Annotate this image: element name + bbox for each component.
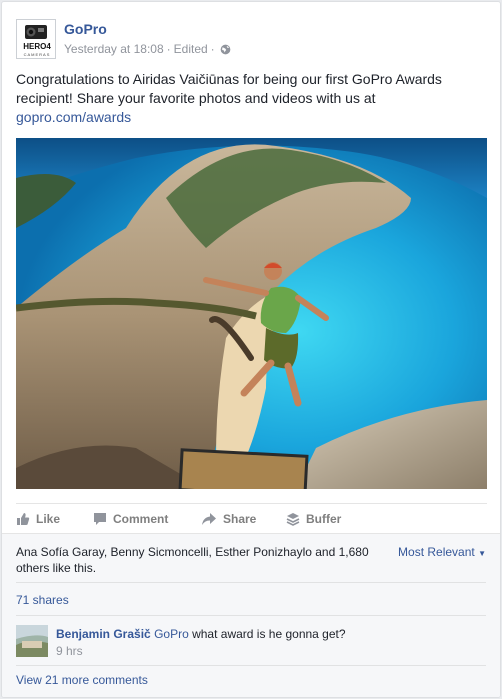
post-meta: Yesterday at 18:08 · Edited · bbox=[64, 42, 231, 58]
divider bbox=[16, 615, 486, 616]
buffer-stack-icon bbox=[286, 513, 300, 526]
post-header: HERO4 CAMERAS GoPro Yesterday at 18:08 · E… bbox=[16, 19, 486, 61]
caret-down-icon: ▼ bbox=[478, 549, 486, 558]
comment-author-link[interactable]: Benjamin Grašič bbox=[56, 627, 151, 641]
divider bbox=[16, 582, 486, 583]
like-button[interactable]: Like bbox=[16, 512, 60, 526]
comment-text: what award is he gonna get? bbox=[192, 627, 346, 641]
post-timestamp[interactable]: Yesterday at 18:08 bbox=[64, 42, 164, 56]
post-actions: Like Comment Share Buffer bbox=[16, 503, 487, 533]
buffer-label: Buffer bbox=[306, 512, 342, 526]
meta-separator: · bbox=[166, 42, 171, 56]
avatar-cameras-text: CAMERAS bbox=[24, 52, 51, 57]
thumbs-up-icon bbox=[17, 513, 30, 525]
buffer-button[interactable]: Buffer bbox=[286, 512, 341, 526]
meta-separator: · bbox=[210, 42, 215, 56]
post-photo[interactable] bbox=[16, 138, 487, 489]
comment-label: Comment bbox=[113, 512, 169, 526]
comment-icon bbox=[94, 513, 106, 525]
post-card: HERO4 CAMERAS GoPro Yesterday at 18:08 · E… bbox=[1, 1, 501, 698]
awards-link[interactable]: gopro.com/awards bbox=[16, 109, 131, 125]
comment-button[interactable]: Comment bbox=[93, 512, 168, 526]
divider bbox=[16, 665, 486, 666]
likes-row: Ana Sofía Garay, Benny Sicmoncelli, Esth… bbox=[16, 544, 486, 582]
page-name-link[interactable]: GoPro bbox=[64, 21, 107, 37]
share-arrow-icon bbox=[202, 513, 216, 525]
sort-dropdown[interactable]: Most Relevant ▼ bbox=[398, 544, 486, 562]
commenter-avatar[interactable] bbox=[16, 625, 48, 657]
sort-label: Most Relevant bbox=[398, 545, 475, 559]
comment-mention-link[interactable]: GoPro bbox=[154, 627, 189, 641]
globe-icon[interactable] bbox=[220, 44, 231, 58]
comment-body: Benjamin Grašič GoPro what award is he g… bbox=[56, 626, 346, 642]
share-button[interactable]: Share bbox=[201, 512, 256, 526]
feedback-summary: Ana Sofía Garay, Benny Sicmoncelli, Esth… bbox=[2, 533, 500, 697]
likes-text[interactable]: Ana Sofía Garay, Benny Sicmoncelli, Esth… bbox=[16, 544, 391, 576]
comment-timestamp[interactable]: 9 hrs bbox=[56, 644, 83, 658]
view-more-comments-link[interactable]: View 21 more comments bbox=[16, 673, 148, 687]
like-label: Like bbox=[36, 512, 61, 526]
avatar-hero4-text: HERO4 bbox=[23, 42, 51, 51]
share-label: Share bbox=[223, 512, 257, 526]
page-avatar[interactable]: HERO4 CAMERAS bbox=[16, 19, 56, 59]
post-message-text: Congratulations to Airidas Vaičiūnas for… bbox=[16, 71, 442, 106]
post-message: Congratulations to Airidas Vaičiūnas for… bbox=[16, 70, 486, 127]
comment-item: Benjamin Grašič GoPro what award is he g… bbox=[16, 625, 486, 665]
shares-link[interactable]: 71 shares bbox=[16, 593, 69, 607]
edited-label[interactable]: Edited bbox=[174, 42, 208, 56]
